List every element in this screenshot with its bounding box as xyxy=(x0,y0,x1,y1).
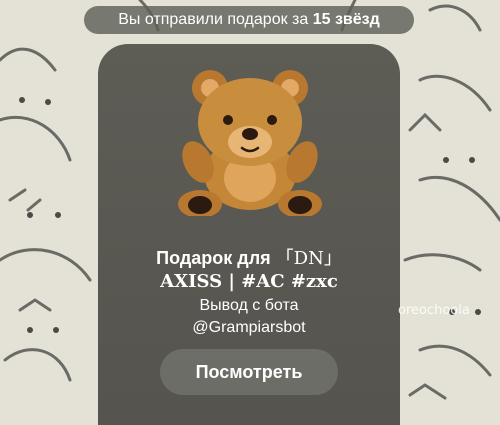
gift-title-prefix: Подарок для xyxy=(156,248,276,268)
gift-subtitle: AXISS | #AC #zxc xyxy=(160,271,338,292)
gift-title: Подарок для 「DN」 xyxy=(98,244,400,270)
gift-description-line-2: @Grampiarsbot xyxy=(192,319,306,336)
view-gift-button[interactable]: Посмотреть xyxy=(160,349,338,395)
service-message-prefix: Вы отправили подарок за xyxy=(118,11,313,28)
gift-message-card[interactable]: Подарок для 「DN」 AXISS | #AC #zxc Вывод … xyxy=(98,44,400,425)
watermark-text: oreochoola xyxy=(398,303,470,318)
gift-recipient-name: 「DN」 xyxy=(275,248,342,269)
service-message: Вы отправили подарок за 15 звёзд xyxy=(84,6,414,34)
service-message-amount: 15 звёзд xyxy=(312,11,380,28)
gift-description-line-1: Вывод с бота xyxy=(199,297,299,314)
teddy-bear-icon xyxy=(178,70,322,216)
gift-description: Вывод с бота @Grampiarsbot xyxy=(98,295,400,339)
